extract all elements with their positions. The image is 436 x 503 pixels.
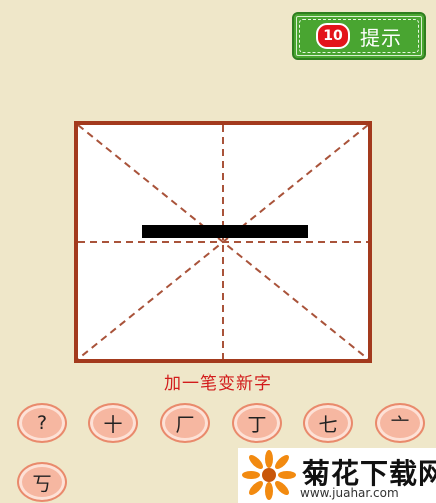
option-2[interactable]: 十 xyxy=(88,403,138,443)
puzzle-prompt: 加一笔变新字 xyxy=(164,374,272,394)
hint-button[interactable]: 10 提示 xyxy=(292,12,426,60)
option-4[interactable]: 丁 xyxy=(232,403,282,443)
hint-label: 提示 xyxy=(360,25,402,50)
hint-count-badge: 10 xyxy=(316,23,350,49)
option-3[interactable]: 厂 xyxy=(160,403,210,443)
option-7[interactable]: 丂 xyxy=(17,462,67,502)
option-5[interactable]: 七 xyxy=(303,403,353,443)
character-grid xyxy=(74,121,372,363)
grid-guides xyxy=(78,125,368,359)
option-6[interactable]: 亠 xyxy=(375,403,425,443)
character-stroke xyxy=(142,225,308,238)
option-1[interactable]: ? xyxy=(17,403,67,443)
watermark-url: www.juahar.com xyxy=(300,486,399,500)
flower-logo-icon xyxy=(242,450,296,500)
watermark: 菊花下载网 www.juahar.com xyxy=(238,448,436,503)
